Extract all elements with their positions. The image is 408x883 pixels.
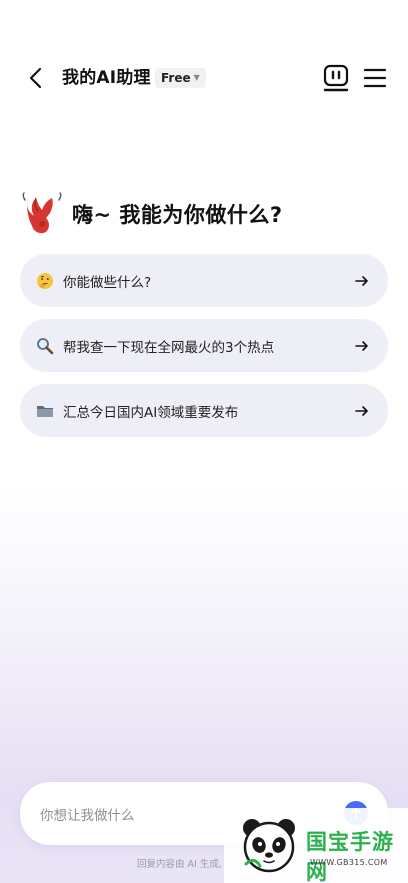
arrow-right-icon bbox=[355, 275, 368, 286]
suggestion-label: 帮我查一下现在全网最火的3个热点 bbox=[63, 339, 275, 356]
arrow-right-icon bbox=[355, 340, 368, 351]
greeting-text: 嗨~ 我能为你做什么? bbox=[72, 203, 283, 227]
panda-logo-icon bbox=[243, 819, 295, 873]
greeting: 嗨~ 我能为你做什么? bbox=[20, 190, 283, 238]
menu-button[interactable] bbox=[362, 66, 388, 90]
suggestion-card[interactable]: 你能做些什么? bbox=[20, 254, 388, 307]
suggestion-card[interactable]: 帮我查一下现在全网最火的3个热点 bbox=[20, 319, 388, 372]
suggestion-label: 你能做些什么? bbox=[63, 274, 152, 291]
watermark: 国宝手游网 WWW.GB315.COM bbox=[224, 808, 408, 883]
watermark-brand: 国宝手游网 bbox=[306, 830, 394, 883]
back-arrow-icon bbox=[29, 67, 42, 89]
bot-button[interactable] bbox=[322, 63, 350, 93]
suggestion-label: 汇总今日国内AI领域重要发布 bbox=[63, 404, 239, 421]
ai-disclaimer: 回复内容由 AI 生成, bbox=[137, 859, 222, 870]
menu-icon bbox=[363, 68, 387, 88]
chevron-down-icon: ▼ bbox=[193, 73, 200, 82]
chat-input-placeholder: 你想让我做什么 bbox=[40, 808, 135, 824]
top-bar: 我的AI助理 Free ▼ bbox=[0, 50, 408, 106]
arrow-right-icon bbox=[355, 405, 368, 416]
magnifier-icon bbox=[36, 337, 54, 355]
plan-dropdown[interactable]: Free ▼ bbox=[155, 68, 206, 88]
bot-icon bbox=[323, 64, 349, 92]
watermark-domain: WWW.GB315.COM bbox=[310, 858, 388, 867]
plan-label: Free bbox=[161, 71, 191, 85]
page-title: 我的AI助理 bbox=[62, 68, 151, 88]
folder-icon bbox=[36, 402, 54, 420]
thinking-face-icon bbox=[36, 272, 54, 290]
suggestion-card[interactable]: 汇总今日国内AI领域重要发布 bbox=[20, 384, 388, 437]
lobster-claw-icon bbox=[22, 192, 62, 234]
back-button[interactable] bbox=[22, 64, 50, 92]
